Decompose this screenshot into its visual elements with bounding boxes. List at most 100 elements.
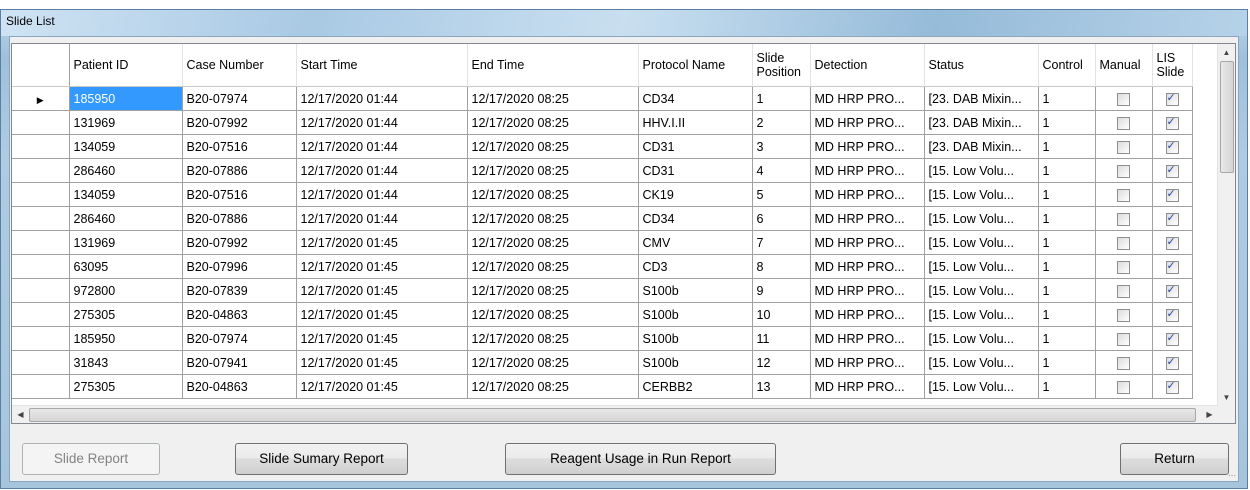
vertical-scrollbar[interactable]: ▲ ▼ [1217, 44, 1235, 406]
col-manual[interactable]: Manual [1095, 44, 1153, 87]
resize-grip-icon[interactable]: ⋯ [1228, 471, 1236, 480]
checkbox-checked-icon[interactable] [1165, 259, 1179, 274]
control-cell[interactable]: 1 [1038, 350, 1096, 375]
control-cell[interactable]: 1 [1038, 110, 1096, 135]
end-time-cell[interactable]: 12/17/2020 08:25 [467, 182, 639, 207]
checkbox-unchecked-icon[interactable] [1117, 140, 1130, 154]
status-cell[interactable]: [23. DAB Mixin... [924, 110, 1039, 135]
patient-id-cell[interactable]: 131969 [69, 110, 183, 135]
detection-cell[interactable]: MD HRP PRO... [810, 278, 925, 303]
protocol-name-cell[interactable]: S100b [638, 278, 753, 303]
checkbox-checked-icon[interactable] [1165, 235, 1179, 250]
start-time-cell[interactable]: 12/17/2020 01:44 [296, 134, 468, 159]
slide-position-cell[interactable]: 6 [752, 206, 811, 231]
start-time-cell[interactable]: 12/17/2020 01:45 [296, 374, 468, 399]
patient-id-cell[interactable]: 31843 [69, 350, 183, 375]
checkbox-unchecked-icon[interactable] [1117, 164, 1130, 178]
checkbox-checked-icon[interactable] [1165, 379, 1179, 394]
protocol-name-cell[interactable]: HHV.I.II [638, 110, 753, 135]
patient-id-cell[interactable]: 185950 [69, 86, 183, 111]
end-time-cell[interactable]: 12/17/2020 08:25 [467, 326, 639, 351]
slide-summary-report-button[interactable]: Slide Sumary Report [235, 443, 408, 475]
start-time-cell[interactable]: 12/17/2020 01:45 [296, 302, 468, 327]
control-cell[interactable]: 1 [1038, 278, 1096, 303]
case-number-cell[interactable]: B20-07996 [182, 254, 297, 279]
end-time-cell[interactable]: 12/17/2020 08:25 [467, 110, 639, 135]
end-time-cell[interactable]: 12/17/2020 08:25 [467, 350, 639, 375]
protocol-name-cell[interactable]: CD34 [638, 206, 753, 231]
table-row[interactable]: 31843 B20-07941 12/17/2020 01:45 12/17/2020… [12, 350, 1193, 375]
protocol-name-cell[interactable]: CD34 [638, 86, 753, 111]
checkbox-unchecked-icon[interactable] [1117, 332, 1130, 346]
control-cell[interactable]: 1 [1038, 158, 1096, 183]
patient-id-cell[interactable]: 131969 [69, 230, 183, 255]
control-cell[interactable]: 1 [1038, 326, 1096, 351]
slide-position-cell[interactable]: 4 [752, 158, 811, 183]
checkbox-unchecked-icon[interactable] [1117, 116, 1130, 130]
col-start-time[interactable]: Start Time [296, 44, 468, 87]
slide-position-cell[interactable]: 8 [752, 254, 811, 279]
table-row[interactable]: 286460 B20-07886 12/17/2020 01:44 12/17/202… [12, 206, 1193, 231]
col-control[interactable]: Control [1038, 44, 1096, 87]
checkbox-checked-icon[interactable] [1165, 115, 1179, 130]
detection-cell[interactable]: MD HRP PRO... [810, 326, 925, 351]
return-button[interactable]: Return [1120, 443, 1229, 475]
checkbox-checked-icon[interactable] [1165, 307, 1179, 322]
start-time-cell[interactable]: 12/17/2020 01:45 [296, 254, 468, 279]
end-time-cell[interactable]: 12/17/2020 08:25 [467, 374, 639, 399]
case-number-cell[interactable]: B20-07974 [182, 86, 297, 111]
protocol-name-cell[interactable]: S100b [638, 302, 753, 327]
start-time-cell[interactable]: 12/17/2020 01:45 [296, 326, 468, 351]
control-cell[interactable]: 1 [1038, 182, 1096, 207]
row-header[interactable] [12, 350, 70, 375]
start-time-cell[interactable]: 12/17/2020 01:45 [296, 230, 468, 255]
checkbox-checked-icon[interactable] [1165, 139, 1179, 154]
table-row[interactable]: 185950 B20-07974 12/17/2020 01:45 12/17/202… [12, 326, 1193, 351]
case-number-cell[interactable]: B20-07992 [182, 230, 297, 255]
table-row[interactable]: 286460 B20-07886 12/17/2020 01:44 12/17/202… [12, 158, 1193, 183]
slide-position-cell[interactable]: 2 [752, 110, 811, 135]
detection-cell[interactable]: MD HRP PRO... [810, 134, 925, 159]
slide-position-cell[interactable]: 11 [752, 326, 811, 351]
table-row[interactable]: 131969 B20-07992 12/17/2020 01:44 12/17/202… [12, 110, 1193, 135]
table-row[interactable]: 972800 B20-07839 12/17/2020 01:45 12/17/202… [12, 278, 1193, 303]
slide-position-cell[interactable]: 9 [752, 278, 811, 303]
row-header[interactable] [12, 158, 70, 183]
checkbox-unchecked-icon[interactable] [1117, 380, 1130, 394]
case-number-cell[interactable]: B20-04863 [182, 302, 297, 327]
slide-position-cell[interactable]: 1 [752, 86, 811, 111]
end-time-cell[interactable]: 12/17/2020 08:25 [467, 230, 639, 255]
col-detection[interactable]: Detection [810, 44, 925, 87]
patient-id-cell[interactable]: 286460 [69, 206, 183, 231]
detection-cell[interactable]: MD HRP PRO... [810, 110, 925, 135]
col-case-number[interactable]: Case Number [182, 44, 297, 87]
scroll-left-arrow-icon[interactable]: ◀ [12, 406, 29, 423]
row-header[interactable] [12, 134, 70, 159]
patient-id-cell[interactable]: 63095 [69, 254, 183, 279]
control-cell[interactable]: 1 [1038, 254, 1096, 279]
end-time-cell[interactable]: 12/17/2020 08:25 [467, 302, 639, 327]
status-cell[interactable]: [15. Low Volu... [924, 206, 1039, 231]
row-header[interactable] [12, 374, 70, 399]
case-number-cell[interactable]: B20-07974 [182, 326, 297, 351]
end-time-cell[interactable]: 12/17/2020 08:25 [467, 86, 639, 111]
case-number-cell[interactable]: B20-07886 [182, 158, 297, 183]
status-cell[interactable]: [15. Low Volu... [924, 230, 1039, 255]
checkbox-unchecked-icon[interactable] [1117, 308, 1130, 322]
table-row[interactable]: 134059 B20-07516 12/17/2020 01:44 12/17/202… [12, 182, 1193, 207]
row-header[interactable] [12, 110, 70, 135]
row-header[interactable] [12, 326, 70, 351]
col-protocol-name[interactable]: Protocol Name [638, 44, 753, 87]
control-cell[interactable]: 1 [1038, 206, 1096, 231]
case-number-cell[interactable]: B20-07886 [182, 206, 297, 231]
status-cell[interactable]: [23. DAB Mixin... [924, 86, 1039, 111]
scroll-down-arrow-icon[interactable]: ▼ [1218, 389, 1235, 406]
control-cell[interactable]: 1 [1038, 374, 1096, 399]
col-patient-id[interactable]: Patient ID [69, 44, 183, 87]
slide-position-cell[interactable]: 7 [752, 230, 811, 255]
vertical-scroll-thumb[interactable] [1220, 61, 1234, 173]
patient-id-cell[interactable]: 185950 [69, 326, 183, 351]
end-time-cell[interactable]: 12/17/2020 08:25 [467, 254, 639, 279]
patient-id-cell[interactable]: 134059 [69, 134, 183, 159]
table-row[interactable]: 275305 B20-04863 12/17/2020 01:45 12/17/202… [12, 374, 1193, 399]
